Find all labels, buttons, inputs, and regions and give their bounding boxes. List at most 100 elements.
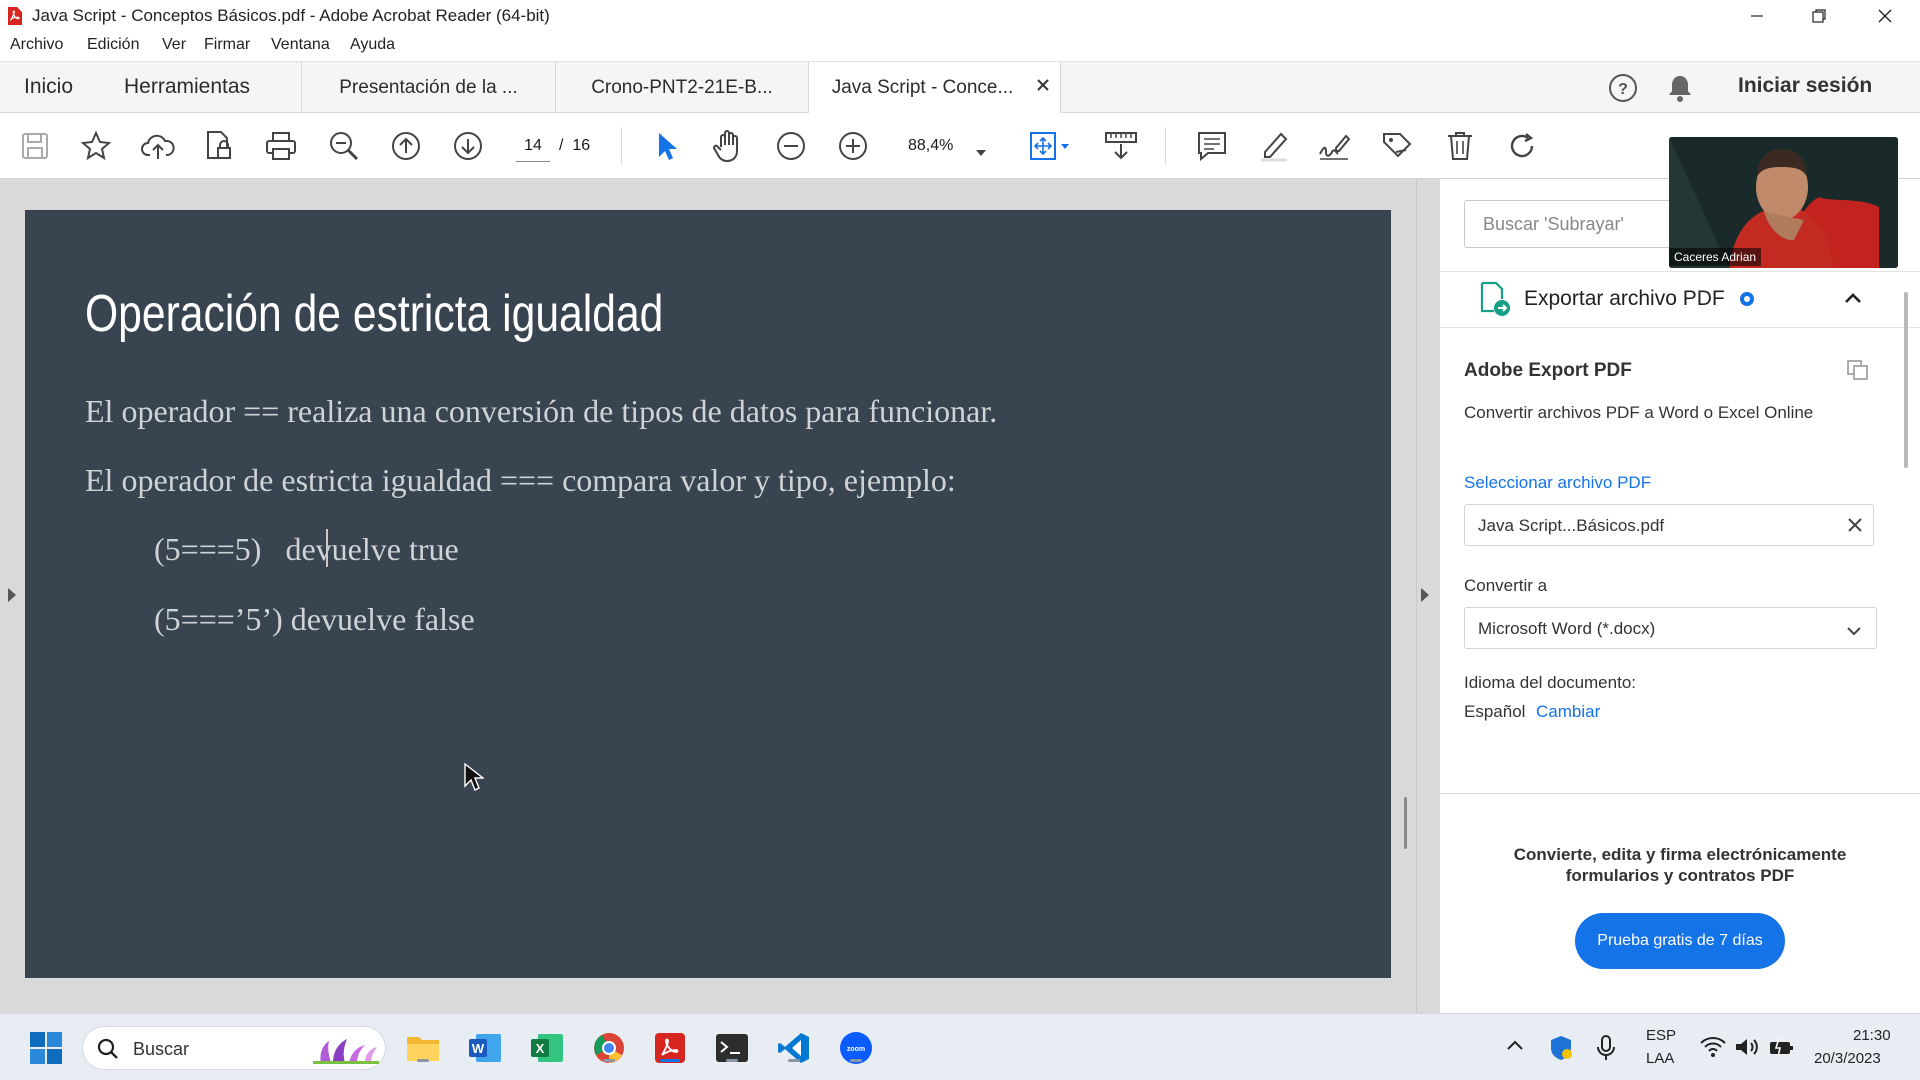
close-tab-icon[interactable] [1036,76,1050,98]
zoom-app-icon[interactable]: zoom [836,1028,876,1068]
hand-tool-icon[interactable] [710,127,748,165]
wifi-icon[interactable] [1700,1036,1726,1063]
menu-ventana[interactable]: Ventana [271,36,330,54]
doc-tab-presentacion[interactable]: Presentación de la ... [301,62,555,113]
fit-page-icon[interactable] [1026,127,1074,165]
menu-archivo[interactable]: Archivo [10,36,63,54]
copy-icon[interactable] [1846,359,1870,386]
file-explorer-icon[interactable] [403,1028,443,1068]
chrome-icon[interactable] [589,1028,629,1068]
clock-date[interactable]: 20/3/2023 [1814,1050,1881,1067]
selected-file-field[interactable]: Java Script...Básicos.pdf [1464,504,1874,546]
divider [1440,793,1920,794]
security-shield-icon[interactable] [1548,1034,1574,1067]
menu-firmar[interactable]: Firmar [204,36,250,54]
search-highlight-flowers-icon [311,1033,381,1070]
document-scrollbar[interactable] [1404,797,1407,849]
fill-sign-icon[interactable] [1316,127,1354,165]
zoom-search-icon[interactable] [325,127,363,165]
cloud-upload-icon[interactable] [139,127,177,165]
menu-bar: Archivo Edición Ver Firmar Ventana Ayuda [0,31,1920,61]
svg-text:X: X [536,1041,545,1056]
left-panel-toggle-icon[interactable] [7,587,17,608]
window-title: Java Script - Conceptos Básicos.pdf - Ad… [32,6,550,25]
window-title-bar: Java Script - Conceptos Básicos.pdf - Ad… [0,0,1920,31]
panel-divider [1416,179,1417,1013]
protect-file-icon[interactable] [200,127,238,165]
volume-icon[interactable] [1734,1036,1760,1063]
video-call-overlay[interactable]: Caceres Adrian [1669,137,1898,268]
menu-ayuda[interactable]: Ayuda [350,36,395,54]
highlight-pen-icon[interactable] [1255,127,1293,165]
promo-text: Convierte, edita y firma electrónicament… [1513,845,1847,885]
star-icon[interactable] [77,127,115,165]
collapse-chevron-up-icon[interactable] [1844,291,1862,309]
free-trial-button[interactable]: Prueba gratis de 7 días [1575,913,1785,969]
tab-herramientas[interactable]: Herramientas [124,75,250,99]
zoom-out-icon[interactable] [772,127,810,165]
language-indicator-bottom[interactable]: LAA [1646,1050,1674,1067]
zoom-value: 88,4% [908,137,954,154]
change-language-link[interactable]: Cambiar [1536,702,1600,722]
language-label: Idioma del documento: [1464,673,1636,692]
search-icon [97,1038,119,1065]
battery-icon[interactable] [1768,1036,1794,1063]
signin-link[interactable]: Iniciar sesión [1738,74,1872,98]
right-panel-toggle-icon[interactable] [1420,587,1430,608]
zoom-select[interactable]: 88,4% [896,131,992,161]
tools-panel: Buscar 'Subrayar' Exportar archivo PDF A… [1440,179,1920,1013]
section-description: Convertir archivos PDF a Word o Excel On… [1464,403,1814,422]
tab-inicio[interactable]: Inicio [24,75,73,99]
minimize-button[interactable] [1728,0,1786,31]
trash-icon[interactable] [1441,127,1479,165]
next-page-icon[interactable] [449,127,487,165]
text-caret [326,529,328,567]
previous-page-icon[interactable] [387,127,425,165]
windows-start-icon[interactable] [26,1028,66,1068]
mouse-pointer-icon [464,762,486,798]
save-icon[interactable] [16,127,54,165]
vscode-icon[interactable] [774,1028,814,1068]
microphone-icon[interactable] [1596,1034,1616,1067]
taskbar-search-box[interactable]: Buscar [82,1026,386,1070]
page-total: / 16 [559,137,591,154]
clock-time[interactable]: 21:30 [1853,1027,1891,1044]
doc-tab-crono[interactable]: Crono-PNT2-21E-B... [555,62,808,113]
divider [1440,271,1920,272]
language-indicator-top[interactable]: ESP [1646,1027,1676,1044]
select-pdf-link[interactable]: Seleccionar archivo PDF [1464,473,1651,493]
acrobat-icon[interactable] [650,1028,690,1068]
stamp-icon[interactable] [1378,127,1416,165]
select-cursor-icon[interactable] [648,127,686,165]
print-icon[interactable] [262,127,300,165]
help-icon[interactable]: ? [1608,73,1638,108]
windows-taskbar: Buscar W X zoom ESP LAA 21:30 20/3/2023 [0,1013,1920,1080]
bell-icon[interactable] [1666,73,1694,108]
menu-ver[interactable]: Ver [162,36,186,54]
restore-button[interactable] [1790,0,1848,31]
document-view[interactable]: Operación de estricta igualdad El operad… [0,179,1440,1013]
taskbar-search-label: Buscar [133,1039,190,1059]
clear-file-icon[interactable] [1847,517,1863,538]
terminal-icon[interactable] [712,1028,752,1068]
convert-format-select[interactable]: Microsoft Word (*.docx) [1464,607,1877,649]
excel-icon[interactable]: X [527,1028,567,1068]
doc-tab-label: Presentación de la ... [339,76,518,98]
doc-tab-javascript[interactable]: Java Script - Conce... [808,62,1061,114]
menu-edicion[interactable]: Edición [87,36,139,54]
doc-tab-label: Crono-PNT2-21E-B... [591,76,773,98]
panel-scrollbar[interactable] [1904,292,1908,468]
page-number-input[interactable]: 14 [516,130,550,162]
scroll-mode-icon[interactable] [1102,127,1140,165]
acrobat-app-icon [6,6,24,26]
slide-title: Operación de estricta igualdad [85,285,664,343]
close-window-button[interactable] [1856,0,1914,31]
word-icon[interactable]: W [465,1028,505,1068]
export-pdf-header[interactable]: Exportar archivo PDF [1524,287,1725,311]
show-hidden-icons-chevron-icon[interactable] [1506,1038,1524,1056]
comment-icon[interactable] [1193,127,1231,165]
rotate-icon[interactable] [1503,127,1541,165]
zoom-in-icon[interactable] [834,127,872,165]
pdf-page[interactable]: Operación de estricta igualdad El operad… [25,210,1391,978]
language-value: Español [1464,702,1526,721]
